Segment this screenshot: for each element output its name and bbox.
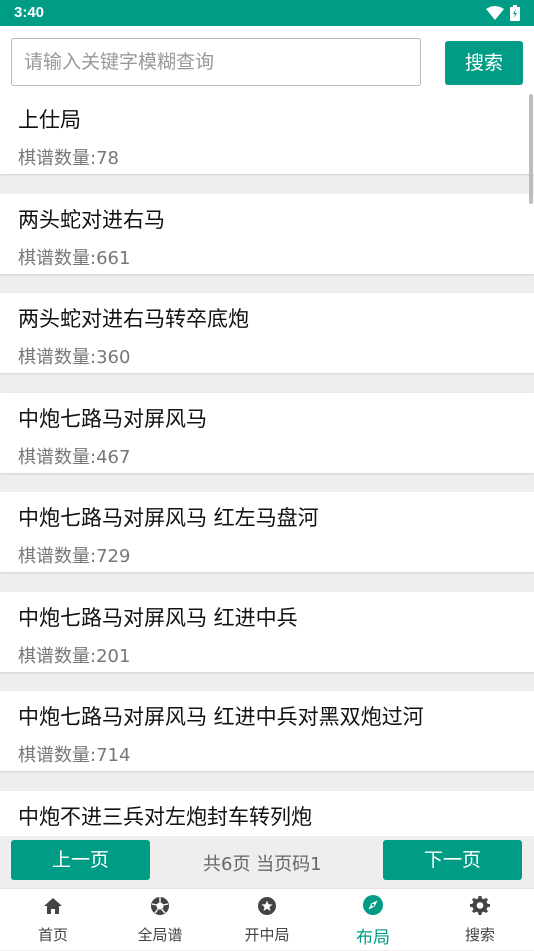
list-item[interactable]: 中炮七路马对屏风马 红进中兵对黑双炮过河 棋谱数量:714 xyxy=(0,691,534,771)
compass-icon xyxy=(363,895,383,915)
battery-icon xyxy=(510,5,520,21)
nav-item-search[interactable]: 搜索 xyxy=(427,889,533,951)
nav-item-home[interactable]: 首页 xyxy=(0,889,106,951)
status-icons xyxy=(486,5,520,21)
item-name: 两头蛇对进右马转卒底炮 xyxy=(18,307,249,331)
list-item[interactable]: 中炮七路马对屏风马 红进中兵 棋谱数量:201 xyxy=(0,592,534,672)
item-count: 棋谱数量:360 xyxy=(18,347,131,368)
item-count: 棋谱数量:78 xyxy=(18,148,119,169)
item-count: 棋谱数量:714 xyxy=(18,745,131,766)
nav-item-layout[interactable]: 布局 xyxy=(320,889,426,951)
list-item[interactable]: 两头蛇对进右马转卒底炮 棋谱数量:360 xyxy=(0,293,534,373)
scrollbar[interactable] xyxy=(529,94,533,204)
item-name: 中炮七路马对屏风马 红进中兵对黑双炮过河 xyxy=(18,705,424,729)
opening-list: 上仕局 棋谱数量:78 两头蛇对进右马 棋谱数量:661 两头蛇对进右马转卒底炮… xyxy=(0,94,534,836)
bottom-nav: 首页 全局谱 开中局 布局 搜索 xyxy=(0,888,534,950)
list-item[interactable]: 中炮不进三兵对左炮封车转列炮 xyxy=(0,791,534,836)
item-name: 中炮七路马对屏风马 红进中兵 xyxy=(18,606,298,630)
wifi-icon xyxy=(486,6,504,20)
gear-icon xyxy=(470,896,490,915)
nav-item-openings[interactable]: 开中局 xyxy=(214,889,320,951)
item-name: 中炮七路马对屏风马 xyxy=(18,407,207,431)
home-icon xyxy=(44,898,62,914)
search-button[interactable]: 搜索 xyxy=(445,41,523,85)
list-item[interactable]: 中炮七路马对屏风马 棋谱数量:467 xyxy=(0,393,534,473)
nav-label: 布局 xyxy=(356,928,390,948)
item-count: 棋谱数量:201 xyxy=(18,646,131,667)
list-item[interactable]: 上仕局 棋谱数量:78 xyxy=(0,94,534,174)
list-item[interactable]: 中炮七路马对屏风马 红左马盘河 棋谱数量:729 xyxy=(0,492,534,572)
aperture-icon xyxy=(151,897,169,915)
page-info: 共6页 当页码1 xyxy=(203,854,322,875)
star-circle-icon xyxy=(258,897,276,915)
nav-item-all-games[interactable]: 全局谱 xyxy=(107,889,213,951)
nav-label: 首页 xyxy=(37,926,68,944)
item-count: 棋谱数量:729 xyxy=(18,546,131,567)
pager: 上一页 共6页 当页码1 下一页 xyxy=(0,836,534,888)
nav-label: 开中局 xyxy=(244,926,290,944)
status-time: 3:40 xyxy=(14,4,45,21)
item-name: 两头蛇对进右马 xyxy=(18,208,165,232)
search-input[interactable]: 请输入关键字模糊查询 xyxy=(11,38,421,86)
status-bar: 3:40 xyxy=(0,0,534,26)
prev-page-button[interactable]: 上一页 xyxy=(11,840,150,880)
item-count: 棋谱数量:661 xyxy=(18,248,131,269)
nav-label: 全局谱 xyxy=(137,926,183,944)
item-count: 棋谱数量:467 xyxy=(18,447,131,468)
item-name: 上仕局 xyxy=(18,108,81,132)
item-name: 中炮不进三兵对左炮封车转列炮 xyxy=(18,805,312,829)
search-bar: 请输入关键字模糊查询 搜索 xyxy=(0,26,534,94)
item-name: 中炮七路马对屏风马 红左马盘河 xyxy=(18,506,319,530)
next-page-button[interactable]: 下一页 xyxy=(383,840,522,880)
list-item[interactable]: 两头蛇对进右马 棋谱数量:661 xyxy=(0,194,534,274)
nav-label: 搜索 xyxy=(464,926,495,944)
